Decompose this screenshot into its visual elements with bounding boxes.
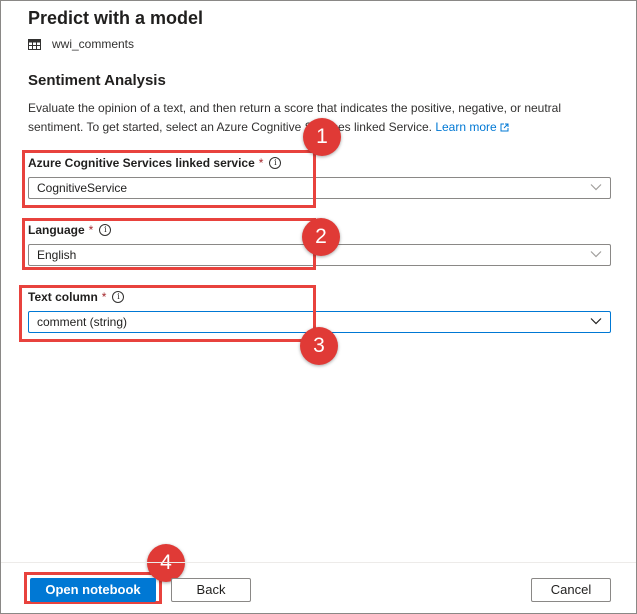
- learn-more-label: Learn more: [435, 120, 497, 134]
- section-title: Sentiment Analysis: [28, 72, 166, 89]
- external-link-icon: [500, 123, 509, 132]
- footer-divider: [1, 562, 636, 563]
- cancel-button[interactable]: Cancel: [531, 578, 611, 602]
- dataset-name: wwi_comments: [52, 37, 135, 51]
- callout-box-1: [22, 150, 316, 208]
- callout-box-3: [19, 285, 316, 342]
- chevron-down-icon: [590, 184, 602, 191]
- dataset-row: wwi_comments: [28, 37, 134, 51]
- panel-title: Predict with a model: [28, 8, 204, 28]
- chevron-down-icon: [590, 251, 602, 258]
- callout-badge-3: 3: [300, 327, 338, 365]
- callout-badge-4: 4: [147, 544, 185, 582]
- learn-more-link[interactable]: Learn more: [435, 120, 509, 134]
- open-notebook-button[interactable]: Open notebook: [30, 578, 156, 602]
- chevron-down-icon: [590, 318, 602, 325]
- back-button[interactable]: Back: [171, 578, 251, 602]
- table-icon: [28, 38, 41, 50]
- callout-badge-2: 2: [302, 218, 340, 256]
- callout-badge-1: 1: [303, 118, 341, 156]
- callout-box-2: [22, 218, 316, 270]
